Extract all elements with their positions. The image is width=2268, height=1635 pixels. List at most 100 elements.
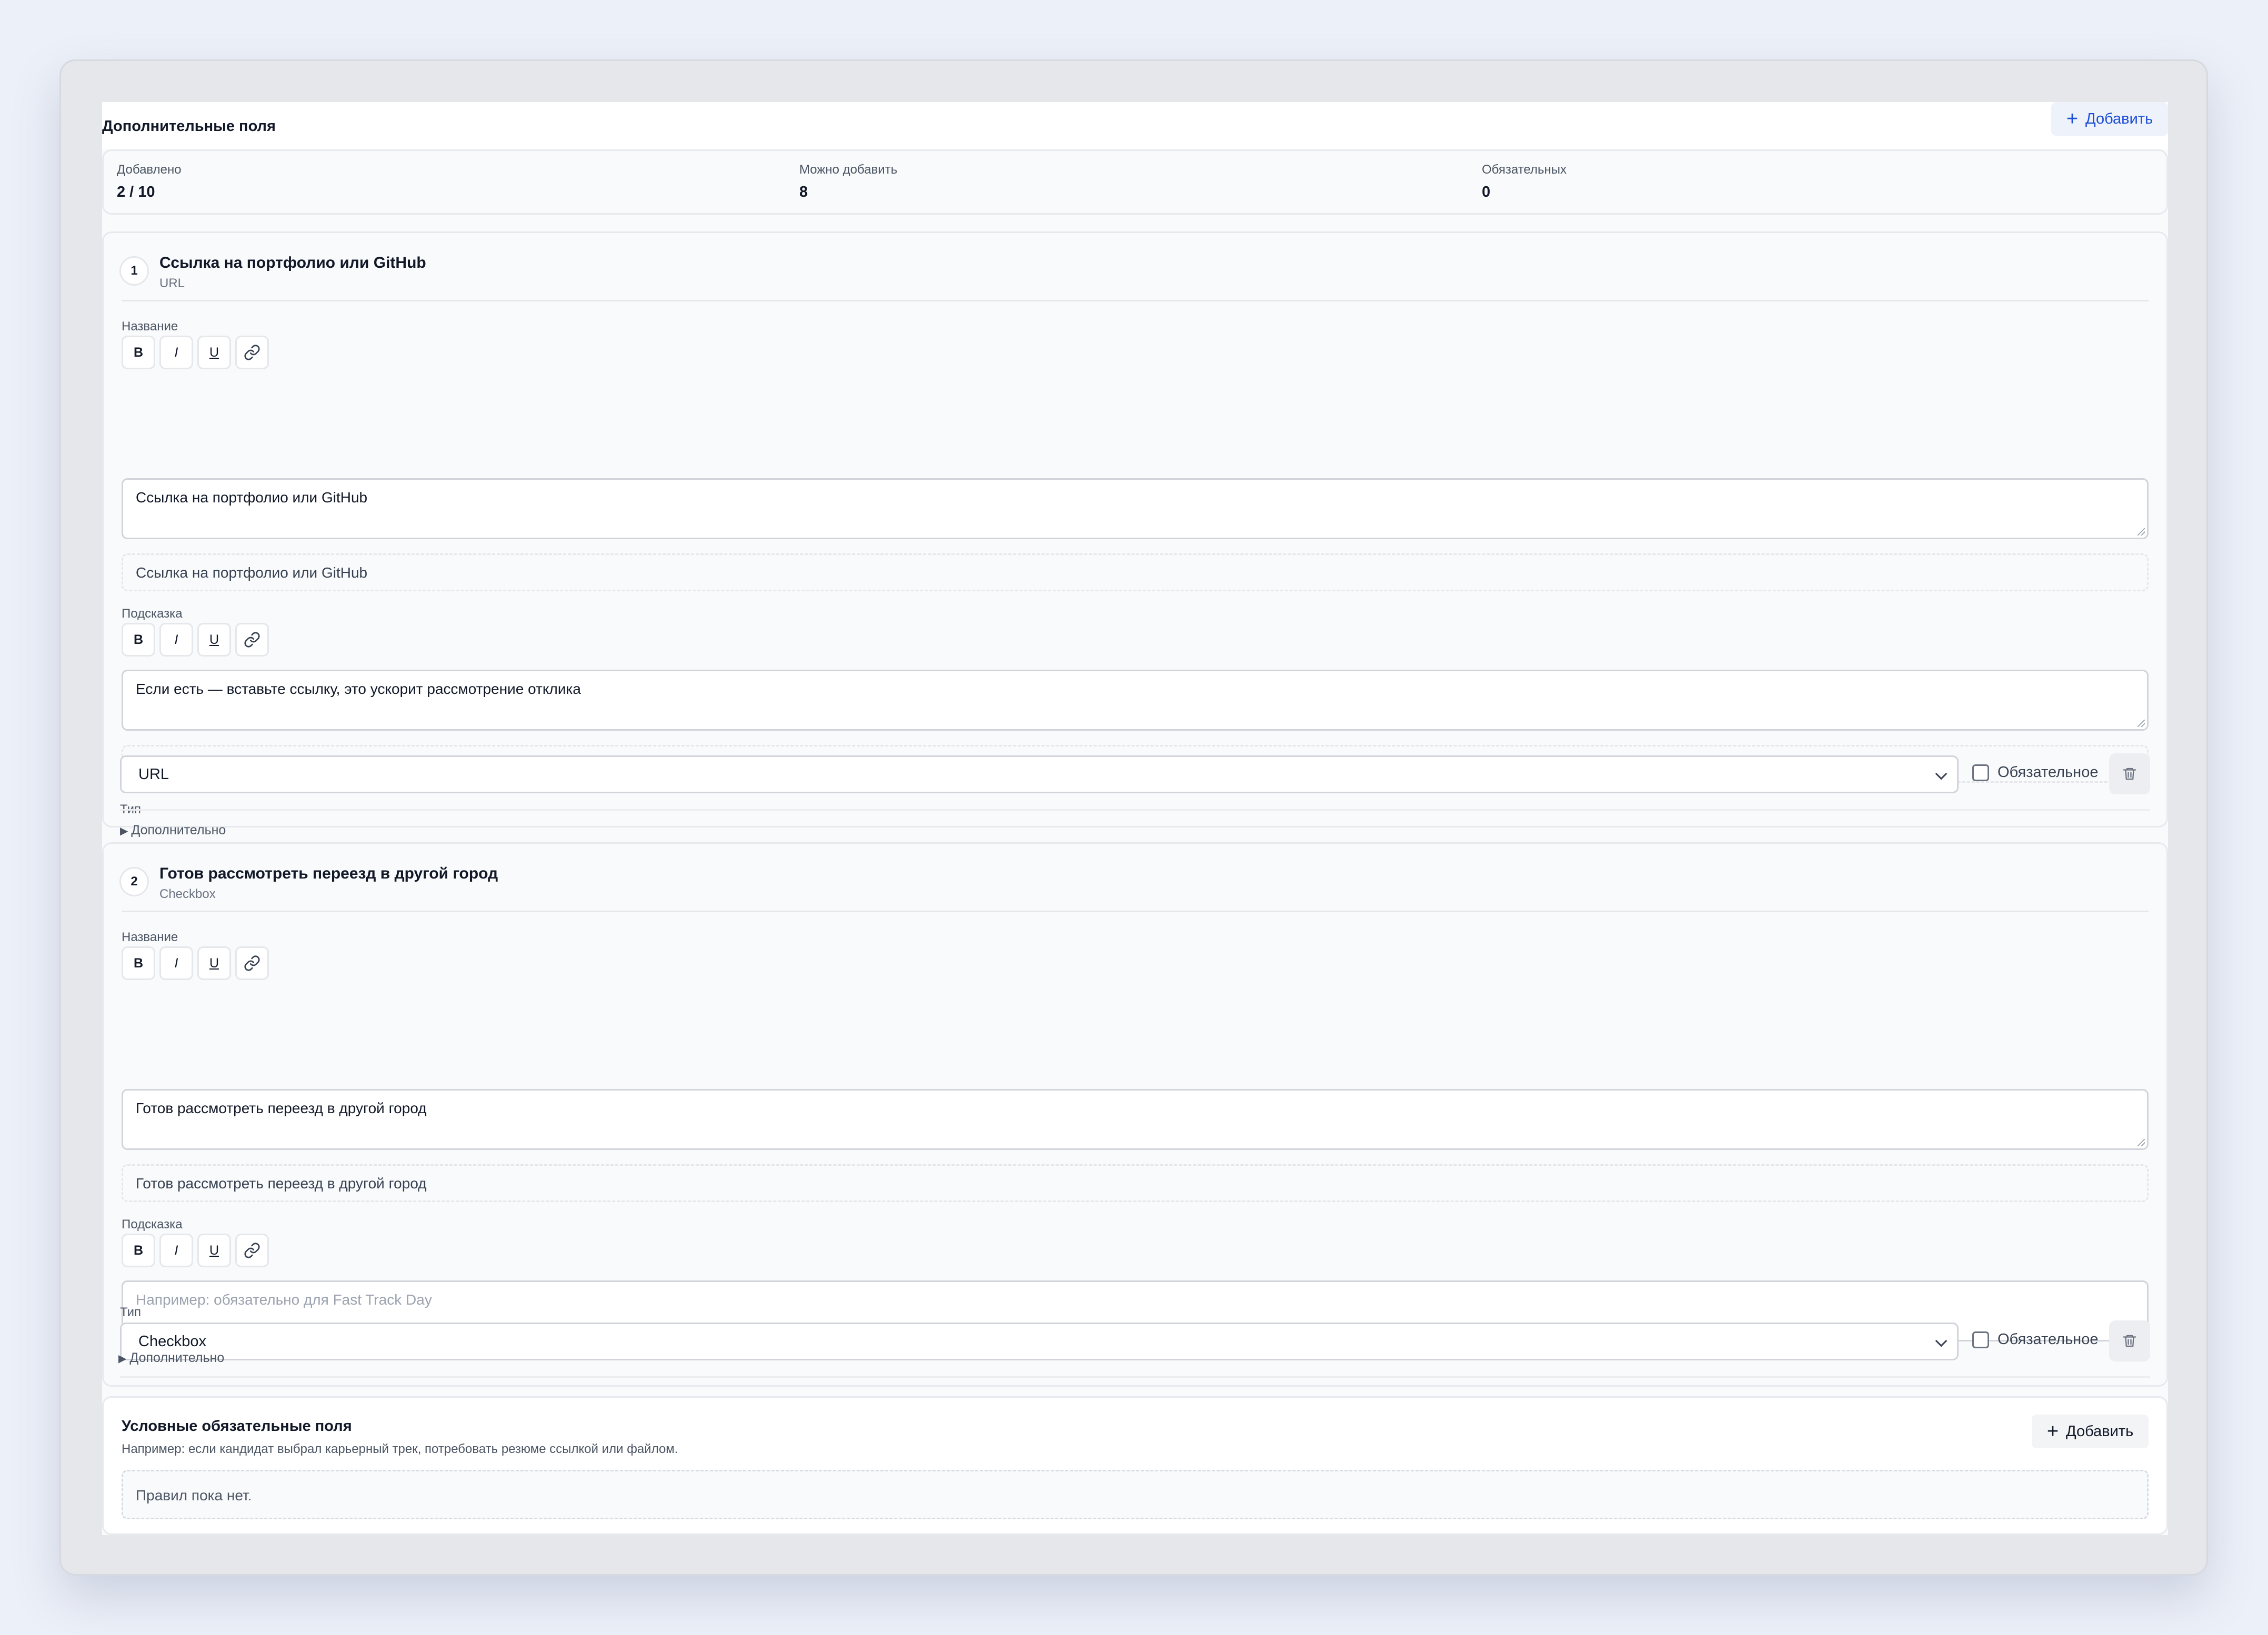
stats-bar: Добавлено 2 / 10 Можно добавить 8 Обязат…	[102, 149, 2168, 215]
add-rule-button[interactable]: + Добавить	[2032, 1415, 2149, 1448]
more-label: Дополнительно	[131, 823, 226, 837]
conditional-subtitle: Например: если кандидат выбрал карьерный…	[122, 1442, 678, 1456]
add-field-label: Добавить	[2085, 110, 2153, 127]
field-index: 2	[119, 867, 149, 896]
divider	[120, 1376, 2150, 1378]
plus-icon: +	[2066, 108, 2079, 130]
triangle-right-icon: ▶	[118, 1353, 127, 1365]
name-toolbar: B I U	[122, 336, 269, 369]
stat-value: 8	[799, 184, 808, 200]
name-text: Готов рассмотреть переезд в другой город	[136, 1100, 427, 1116]
name-label: Название	[122, 319, 178, 334]
more-label: Дополнительно	[129, 1350, 225, 1365]
required-toggle[interactable]: Обязательное	[1972, 1331, 2098, 1348]
triangle-right-icon: ▶	[120, 825, 128, 837]
bold-button[interactable]: B	[122, 623, 155, 657]
field-index: 1	[119, 256, 149, 286]
field-card: 1 Ссылка на портфолио или GitHub URL Наз…	[102, 231, 2168, 827]
name-label: Название	[122, 930, 178, 944]
type-select-value: Checkbox	[138, 1333, 206, 1350]
name-preview: Ссылка на портфолио или GitHub	[122, 553, 2149, 591]
trash-icon	[2123, 1335, 2136, 1347]
rules-empty-state: Правил пока нет.	[122, 1470, 2149, 1519]
underline-button[interactable]: U	[197, 336, 231, 369]
field-2-controls: Тип Checkbox Обязательное	[102, 1305, 2168, 1391]
conditional-fields-section: Условные обязательные поля Например: есл…	[102, 1396, 2168, 1535]
delete-field-button[interactable]	[2109, 753, 2150, 794]
trash-icon	[2123, 768, 2136, 780]
stat-label: Можно добавить	[799, 163, 898, 177]
link-button[interactable]	[235, 623, 269, 657]
link-icon	[244, 632, 260, 648]
hint-label: Подсказка	[122, 1217, 183, 1232]
hint-toolbar: B I U	[122, 623, 269, 657]
more-toggle[interactable]: ▶ Дополнительно	[120, 823, 226, 838]
plus-icon: +	[2046, 1420, 2059, 1442]
field-title: Ссылка на портфолио или GitHub	[159, 254, 426, 271]
italic-button[interactable]: I	[159, 623, 193, 657]
add-rule-label: Добавить	[2066, 1422, 2134, 1440]
type-select[interactable]: URL	[120, 755, 1959, 793]
name-textarea[interactable]: Ссылка на портфолио или GitHub	[122, 478, 2149, 539]
stat-value: 0	[1482, 184, 1491, 200]
resize-handle[interactable]	[2137, 1139, 2145, 1146]
underline-button[interactable]: U	[197, 623, 231, 657]
resize-handle[interactable]	[2137, 720, 2145, 727]
required-label: Обязательное	[1998, 764, 2099, 781]
field-type-subtitle: Checkbox	[159, 887, 216, 901]
stat-can-add: Можно добавить 8	[799, 163, 897, 201]
conditional-title: Условные обязательные поля	[122, 1418, 352, 1435]
chevron-down-icon	[1935, 1335, 1948, 1347]
type-label: Тип	[120, 1305, 142, 1319]
more-toggle[interactable]: ▶ Дополнительно	[118, 1350, 224, 1366]
hint-label: Подсказка	[122, 607, 183, 621]
name-text: Ссылка на портфолио или GitHub	[136, 489, 368, 506]
stat-required: Обязательных 0	[1482, 163, 1567, 201]
extra-fields-panel: Дополнительные поля + Добавить Добавлено…	[102, 102, 2168, 1535]
link-icon	[244, 1243, 260, 1258]
link-icon	[244, 345, 260, 360]
hint-text: Если есть — вставьте ссылку, это ускорит…	[136, 681, 581, 697]
name-toolbar: B I U	[122, 946, 269, 980]
name-preview: Готов рассмотреть переезд в другой город	[122, 1164, 2149, 1202]
type-select-value: URL	[138, 765, 169, 783]
required-toggle[interactable]: Обязательное	[1972, 764, 2098, 781]
divider	[122, 911, 2149, 912]
divider	[122, 300, 2149, 301]
stat-label: Добавлено	[117, 163, 182, 177]
required-checkbox[interactable]	[1972, 1331, 1989, 1348]
delete-field-button[interactable]	[2109, 1320, 2150, 1361]
italic-button[interactable]: I	[159, 1234, 193, 1267]
hint-textarea[interactable]: Если есть — вставьте ссылку, это ускорит…	[122, 670, 2149, 731]
link-button[interactable]	[235, 1234, 269, 1267]
field-title: Готов рассмотреть переезд в другой город	[159, 865, 498, 882]
link-button[interactable]	[235, 946, 269, 980]
italic-button[interactable]: I	[159, 336, 193, 369]
hint-placeholder: Например: обязательно для Fast Track Day	[136, 1291, 432, 1308]
section-header: Дополнительные поля + Добавить	[102, 102, 2168, 149]
field-card: 2 Готов рассмотреть переезд в другой гор…	[102, 842, 2168, 1387]
underline-button[interactable]: U	[197, 946, 231, 980]
field-type-subtitle: URL	[159, 276, 185, 290]
bold-button[interactable]: B	[122, 1234, 155, 1267]
italic-button[interactable]: I	[159, 946, 193, 980]
required-label: Обязательное	[1998, 1331, 2099, 1348]
link-button[interactable]	[235, 336, 269, 369]
section-title: Дополнительные поля	[102, 118, 276, 135]
type-select[interactable]: Checkbox	[120, 1323, 1959, 1360]
app-window: Дополнительные поля + Добавить Добавлено…	[59, 59, 2208, 1576]
chevron-down-icon	[1935, 768, 1948, 780]
hint-toolbar: B I U	[122, 1234, 269, 1267]
bold-button[interactable]: B	[122, 946, 155, 980]
stat-added: Добавлено 2 / 10	[117, 163, 182, 201]
stat-label: Обязательных	[1482, 163, 1567, 177]
required-checkbox[interactable]	[1972, 764, 1989, 781]
underline-button[interactable]: U	[197, 1234, 231, 1267]
link-icon	[244, 955, 260, 971]
name-textarea[interactable]: Готов рассмотреть переезд в другой город	[122, 1089, 2149, 1150]
resize-handle[interactable]	[2137, 528, 2145, 536]
add-field-button[interactable]: + Добавить	[2051, 102, 2168, 136]
divider	[120, 809, 2150, 811]
stat-value: 2 / 10	[117, 184, 155, 200]
bold-button[interactable]: B	[122, 336, 155, 369]
